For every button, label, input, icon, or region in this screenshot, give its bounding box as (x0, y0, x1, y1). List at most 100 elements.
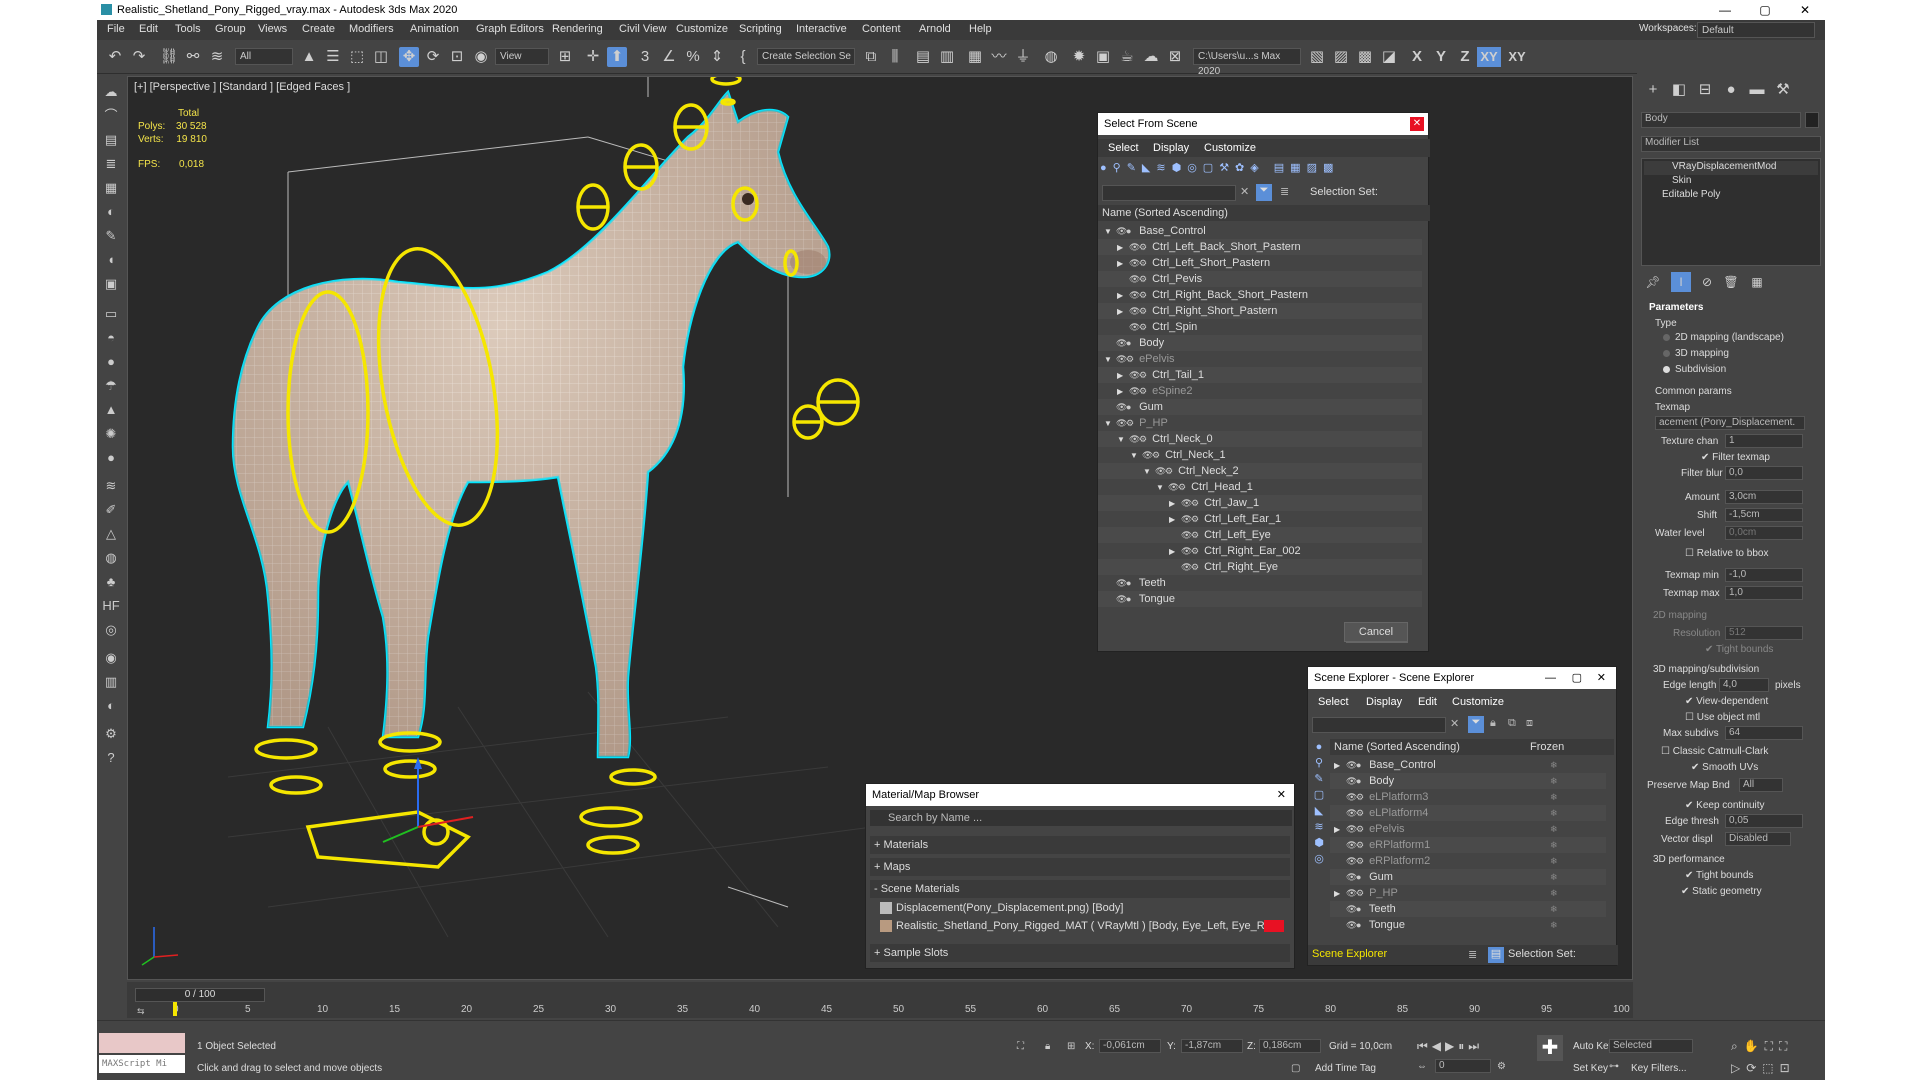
menu-help[interactable]: Help (969, 23, 992, 35)
dome-icon[interactable]: ◓ (101, 328, 121, 348)
sfs-tree-row[interactable]: ▶ 👁︎⚙ Ctrl_Right_Short_Pastern (1098, 303, 1422, 319)
sfs-tree-row[interactable]: ▶ 👁︎⚙ Ctrl_Left_Ear_1 (1098, 511, 1422, 527)
dome-light-icon[interactable]: ☂ (101, 376, 121, 396)
visibility-eye-icon[interactable]: 👁︎ (1129, 271, 1140, 287)
frozen-icon[interactable]: ❄ (1550, 789, 1558, 805)
expand-icon[interactable]: ▶ (1117, 288, 1129, 304)
se-tree-row[interactable]: 👁︎● Tongue ❄ (1330, 917, 1606, 933)
preserve-map-dropdown[interactable]: All (1739, 778, 1783, 792)
expand-icon[interactable]: ▶ (1117, 304, 1129, 320)
make-unique-icon[interactable]: ⊘ (1697, 272, 1717, 292)
add-time-tag[interactable]: Add Time Tag (1315, 1063, 1376, 1074)
se-tree-row[interactable]: 👁︎● Body ❄ (1330, 773, 1606, 789)
visibility-eye-icon[interactable]: 👁︎ (1346, 917, 1357, 933)
se-tree-row[interactable]: 👁︎⚙ eRPlatform1 ❄ (1330, 837, 1606, 853)
frozen-icon[interactable]: ❄ (1550, 869, 1558, 885)
se-tree-row[interactable]: 👁︎⚙ eLPlatform3 ❄ (1330, 789, 1606, 805)
angle-snap-icon[interactable]: ∠ (659, 47, 679, 67)
sfs-tab-select[interactable]: Select (1108, 142, 1139, 154)
se-minimize-icon[interactable]: — (1545, 667, 1556, 689)
sfs-cancel-button[interactable]: Cancel (1344, 622, 1408, 642)
move-icon[interactable]: ✥ (399, 47, 419, 67)
expand-icon[interactable]: ▶ (1334, 886, 1346, 902)
minimize-button[interactable]: — (1705, 0, 1745, 20)
stack-item-editable-poly[interactable]: Editable Poly (1644, 189, 1818, 203)
globe-icon[interactable]: ◍ (101, 548, 121, 568)
key-filters-button[interactable]: Key Filters... (1631, 1063, 1687, 1074)
expand-icon[interactable]: ▶ (1117, 368, 1129, 384)
visibility-eye-icon[interactable]: 👁︎ (1116, 591, 1127, 607)
select-manipulate-icon[interactable]: ✛ (583, 47, 603, 67)
visibility-eye-icon[interactable]: 👁︎ (1181, 527, 1192, 543)
radio-subdivision[interactable] (1663, 366, 1670, 373)
visibility-eye-icon[interactable]: 👁︎ (1346, 773, 1357, 789)
menu-scripting[interactable]: Scripting (739, 23, 782, 35)
mb-section-maps[interactable]: + Maps (870, 858, 1290, 876)
set-key-big-icon[interactable]: ✚ (1537, 1035, 1563, 1061)
keep-continuity-checkbox[interactable]: ✔ Keep continuity (1685, 800, 1765, 811)
visibility-eye-icon[interactable]: 👁︎ (1346, 757, 1357, 773)
fur-icon[interactable]: ◎ (101, 620, 121, 640)
time-tag-icon[interactable]: ▢ (1291, 1063, 1300, 1074)
isolate-icon[interactable]: ⛶ (1017, 1041, 1024, 1052)
se-tab-customize[interactable]: Customize (1452, 696, 1504, 708)
visibility-eye-icon[interactable]: 👁︎ (1129, 287, 1140, 303)
mirror-icon[interactable]: ⧉ (861, 47, 881, 67)
light-icon[interactable]: ◐ (101, 202, 121, 222)
viewport-nav-icons-top[interactable]: ⌕✋⛶⛶ (1731, 1039, 1793, 1054)
sfs-clear-icon[interactable]: ✕ (1240, 185, 1249, 198)
stack-item-vray-displacement[interactable]: VRayDisplacementMod (1644, 161, 1818, 175)
render-sphere-icon[interactable]: ◐ (101, 696, 121, 716)
sfs-tree-row[interactable]: ▼ 👁︎⚙ P_HP (1098, 415, 1422, 431)
frozen-icon[interactable]: ❄ (1550, 805, 1558, 821)
bind-space-warp-icon[interactable]: ≋ (207, 47, 227, 67)
expand-icon[interactable]: ▶ (1334, 822, 1346, 838)
key-selection-dropdown[interactable]: Selected (1609, 1039, 1693, 1053)
show-end-result-icon[interactable]: I (1671, 272, 1691, 292)
modifier-list-dropdown[interactable]: Modifier List (1641, 136, 1821, 152)
maximize-button[interactable]: ▢ (1745, 0, 1785, 20)
object-color-swatch[interactable] (1805, 112, 1819, 128)
expand-icon[interactable]: ▶ (1169, 512, 1181, 528)
se-tree-row[interactable]: ▶ 👁︎● Base_Control ❄ (1330, 757, 1606, 773)
expand-icon[interactable]: ▼ (1104, 224, 1116, 240)
visibility-eye-icon[interactable]: 👁︎ (1181, 559, 1192, 575)
hierarchy-tab-icon[interactable]: ⊟ (1695, 80, 1715, 100)
sfs-search-input[interactable] (1102, 185, 1236, 201)
sfs-filter-icon[interactable]: ⏷ (1256, 184, 1272, 201)
mb-section-sample-slots[interactable]: + Sample Slots (870, 944, 1290, 962)
smooth-uvs-checkbox[interactable]: ✔ Smooth UVs (1691, 762, 1758, 773)
sfs-tree-row[interactable]: 👁︎⚙ Ctrl_Pevis (1098, 271, 1422, 287)
cloud-icon[interactable]: ☁ (101, 82, 121, 102)
texmap-button[interactable]: acement (Pony_Displacement. (1655, 416, 1805, 430)
expand-icon[interactable]: ▶ (1117, 240, 1129, 256)
view-dependent-checkbox[interactable]: ✔ View-dependent (1685, 696, 1768, 707)
menu-modifiers[interactable]: Modifiers (349, 23, 394, 35)
menu-arnold[interactable]: Arnold (919, 23, 951, 35)
sfs-tree-row[interactable]: 👁︎⚙ Ctrl_Right_Eye (1098, 559, 1422, 575)
coord-y-field[interactable]: -1,87cm (1181, 1039, 1243, 1053)
pony-model[interactable] (231, 89, 831, 759)
expand-icon[interactable]: ▶ (1334, 758, 1346, 774)
texmap-min-spinner[interactable]: -1,0 (1725, 568, 1803, 582)
current-frame-marker[interactable] (173, 1002, 177, 1016)
create-tab-icon[interactable]: + (1643, 80, 1663, 100)
menu-graph-editors[interactable]: Graph Editors (476, 23, 544, 35)
select-object-icon[interactable]: ▲ (299, 47, 319, 67)
key-mode-icon[interactable]: ⇔ (1417, 1061, 1427, 1072)
paint-icon[interactable]: ✐ (101, 500, 121, 520)
mb-item-pony-material[interactable]: Realistic_Shetland_Pony_Rigged_MAT ( VRa… (878, 918, 1284, 934)
sfs-tree-row[interactable]: 👁︎⚙ Ctrl_Spin (1098, 319, 1422, 335)
expand-icon[interactable]: ▼ (1143, 464, 1155, 480)
vector-displ-dropdown[interactable]: Disabled (1725, 832, 1791, 846)
se-tree-row[interactable]: 👁︎⚙ eLPlatform4 ❄ (1330, 805, 1606, 821)
frozen-icon[interactable]: ❄ (1550, 917, 1558, 933)
visibility-eye-icon[interactable]: 👁︎ (1129, 383, 1140, 399)
hf-icon[interactable]: HF (101, 596, 121, 616)
remove-modifier-icon[interactable]: 🗑︎ (1721, 272, 1741, 292)
visibility-eye-icon[interactable]: 👁︎ (1129, 303, 1140, 319)
sfs-tree-row[interactable]: ▶ 👁︎⚙ Ctrl_Right_Back_Short_Pastern (1098, 287, 1422, 303)
timeline[interactable]: 0 / 100 ⇆ 051015202530354045505560657075… (127, 982, 1633, 1018)
sfs-tree-row[interactable]: ▶ 👁︎⚙ Ctrl_Left_Short_Pastern (1098, 255, 1422, 271)
visibility-eye-icon[interactable]: 👁︎ (1181, 495, 1192, 511)
